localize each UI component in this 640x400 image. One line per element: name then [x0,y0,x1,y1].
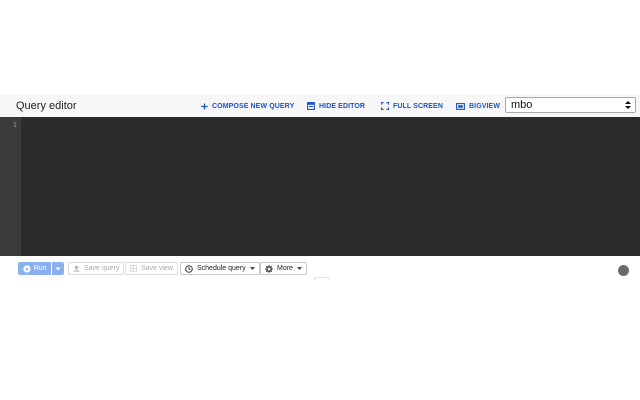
editor-panel-icon [307,102,315,110]
play-circle-icon [22,264,31,273]
select-arrows-icon [625,101,631,109]
page-title: Query editor [16,100,77,112]
project-select[interactable]: mbo [505,97,636,113]
save-view-button[interactable]: Save view [125,262,178,275]
resize-handle[interactable] [314,277,330,280]
run-label: Run [33,265,47,272]
save-query-button[interactable]: Save query [68,262,125,275]
compose-new-query-button[interactable]: COMPOSE NEW QUERY [201,100,294,112]
chevron-down-icon [55,267,61,270]
hide-editor-label: HIDE EDITOR [319,102,366,110]
run-options-dropdown[interactable] [52,262,64,275]
hide-editor-button[interactable]: HIDE EDITOR [307,100,365,112]
schedule-query-button[interactable]: Schedule query [180,262,260,275]
project-select-value: mbo [511,99,533,111]
code-editor[interactable]: 1 [0,117,640,256]
save-query-label: Save query [84,265,120,272]
line-number-gutter: 1 [0,117,21,256]
chevron-down-icon [296,267,302,270]
save-view-label: Save view [141,265,173,272]
line-number: 1 [12,121,17,129]
upload-icon [73,265,80,272]
chevron-down-icon [249,267,255,270]
query-editor-window: Query editor COMPOSE NEW QUERY HIDE EDIT… [0,0,640,400]
full-screen-label: FULL SCREEN [393,102,443,110]
plus-icon [201,102,208,110]
bigview-icon [456,102,465,110]
clock-icon [185,264,193,273]
status-indicator [618,265,629,276]
compose-new-query-label: COMPOSE NEW QUERY [212,102,295,110]
grid-icon [130,265,137,272]
run-button[interactable]: Run [18,262,51,275]
more-button[interactable]: More [260,262,307,275]
schedule-query-label: Schedule query [197,265,246,272]
fullscreen-icon [381,102,389,110]
bigview-button[interactable]: BIGVIEW [456,100,500,112]
gear-icon [265,264,273,273]
full-screen-button[interactable]: FULL SCREEN [381,100,443,112]
more-label: More [277,265,293,272]
bigview-label: BIGVIEW [469,102,501,110]
run-button-group: Run [18,262,64,275]
